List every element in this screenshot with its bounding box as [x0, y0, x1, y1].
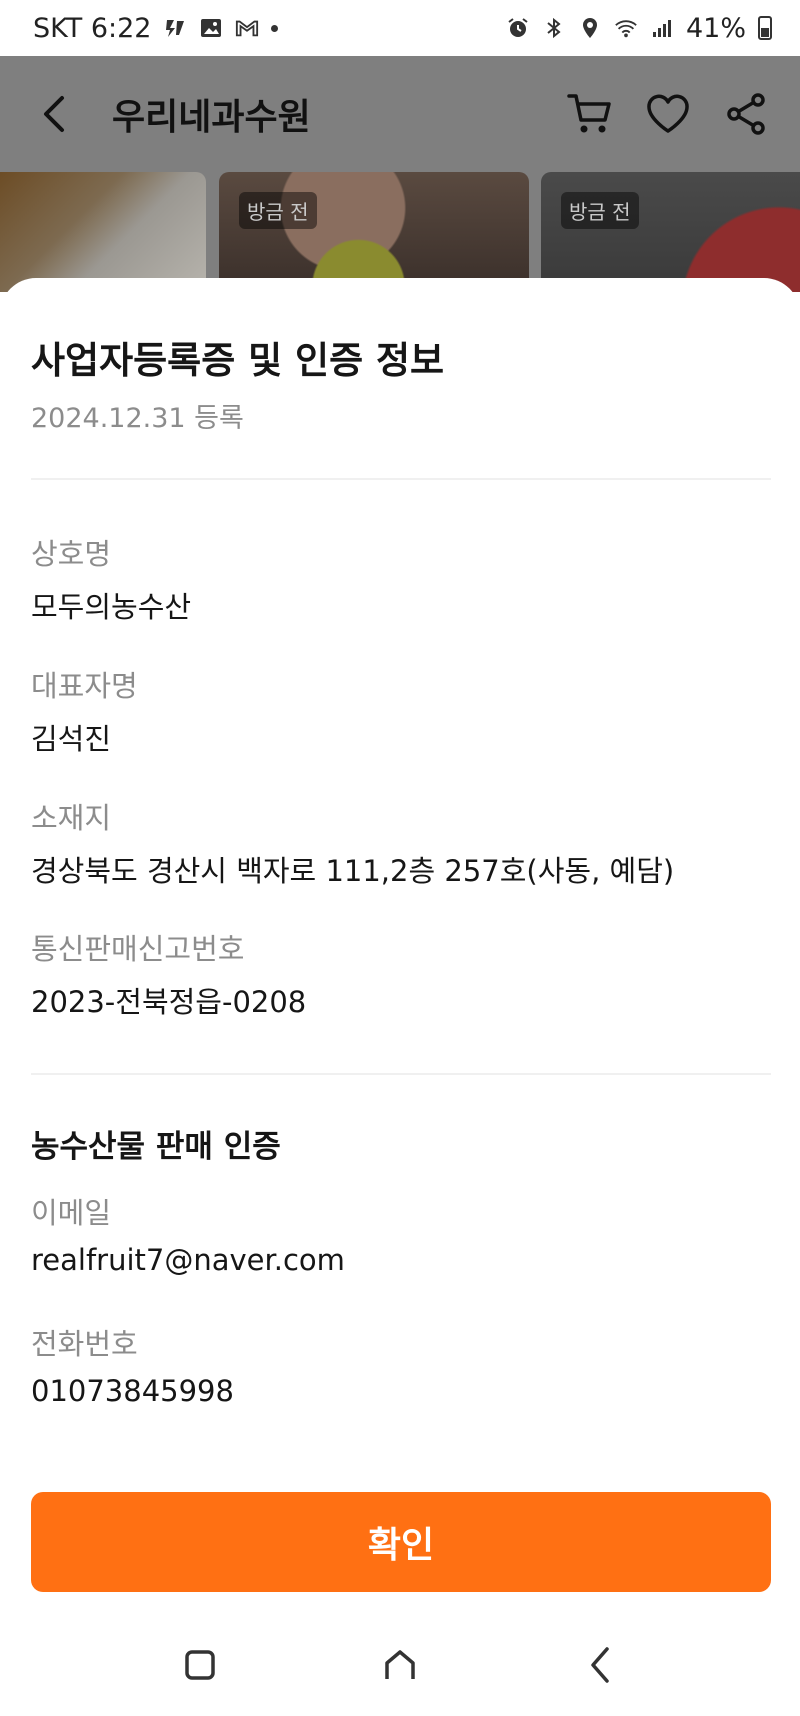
photo-strip: 방금 전 방금 전	[0, 172, 800, 292]
system-nav-bar	[0, 1614, 800, 1716]
business-name-label: 상호명	[31, 537, 112, 571]
wishlist-button[interactable]	[644, 90, 692, 138]
battery-icon	[758, 16, 772, 40]
status-right: 41%	[506, 13, 772, 44]
sheet-title: 사업자등록증 및 인증 정보	[31, 339, 445, 382]
gmail-icon	[235, 16, 259, 40]
representative-value: 김석진	[31, 722, 112, 756]
wifi-icon	[614, 16, 638, 40]
review-photo[interactable]: 방금 전	[219, 172, 529, 292]
recent-apps-button[interactable]	[170, 1635, 230, 1695]
mail-order-number-value: 2023-전북정읍-0208	[31, 985, 307, 1019]
confirm-button[interactable]: 확인	[31, 1492, 771, 1592]
mail-order-number-label: 통신판매신고번호	[31, 932, 245, 966]
divider	[31, 478, 771, 480]
notification-dot-icon	[271, 24, 279, 32]
address-label: 소재지	[31, 801, 112, 835]
back-button[interactable]	[30, 90, 78, 138]
review-photo[interactable]	[0, 172, 206, 292]
gallery-icon	[199, 16, 223, 40]
back-nav-icon	[591, 1647, 609, 1683]
flash-notification-icon	[163, 16, 187, 40]
alarm-icon	[506, 16, 530, 40]
home-icon	[385, 1650, 415, 1679]
share-button[interactable]	[722, 90, 770, 138]
heart-icon	[647, 94, 689, 133]
store-title: 우리네과수원	[112, 97, 311, 138]
certification-section-title: 농수산물 판매 인증	[31, 1129, 281, 1165]
location-icon	[578, 16, 602, 40]
status-bar: SKT 6:22 41%	[0, 0, 800, 56]
back-nav-button[interactable]	[570, 1635, 630, 1695]
time-badge: 방금 전	[561, 192, 639, 229]
email-label: 이메일	[31, 1196, 112, 1230]
review-photo[interactable]: 방금 전	[541, 172, 800, 292]
business-name-value: 모두의농수산	[31, 590, 192, 624]
recent-apps-icon	[185, 1650, 215, 1680]
header-actions	[566, 90, 770, 138]
phone-label: 전화번호	[31, 1327, 138, 1361]
representative-label: 대표자명	[31, 669, 138, 703]
cart-button[interactable]	[566, 90, 614, 138]
app-header: 우리네과수원	[0, 56, 800, 172]
battery-percent: 41%	[685, 12, 746, 44]
back-arrow-icon	[44, 96, 64, 132]
share-icon	[727, 93, 765, 135]
status-left: SKT 6:22	[33, 12, 279, 44]
time-badge: 방금 전	[239, 192, 317, 229]
phone-value: 01073845998	[31, 1374, 234, 1408]
email-value: realfruit7@naver.com	[31, 1243, 345, 1277]
address-value: 경상북도 경산시 백자로 111,2층 257호(사동, 예담)	[31, 854, 675, 888]
registered-date: 2024.12.31 등록	[31, 403, 244, 434]
bluetooth-icon	[542, 16, 566, 40]
home-button[interactable]	[370, 1635, 430, 1695]
cart-icon	[567, 94, 611, 133]
business-info-sheet: 사업자등록증 및 인증 정보 2024.12.31 등록 상호명 모두의농수산 …	[0, 278, 800, 1614]
divider	[31, 1073, 771, 1075]
carrier-time: SKT 6:22	[33, 12, 152, 44]
signal-icon	[650, 16, 674, 40]
